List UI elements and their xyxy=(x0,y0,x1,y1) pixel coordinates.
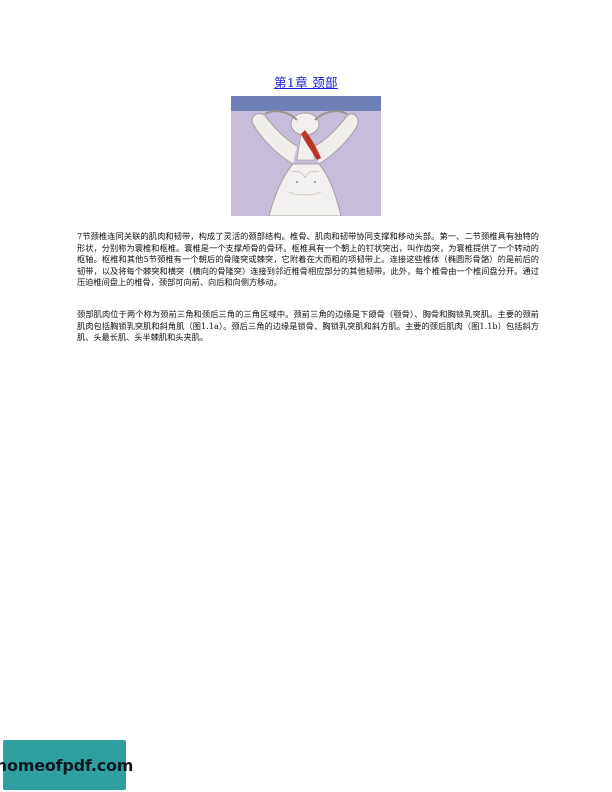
paragraph-neck-muscles: 颈部肌肉位于两个称为颈前三角和颈后三角的三角区域中。颈前三角的边缘是下颌骨（颚骨… xyxy=(77,309,539,343)
neck-stretch-figure xyxy=(231,96,381,216)
paragraph-cervical-vertebrae: 7节颈椎连同关联的肌肉和韧带，构成了灵活的颈部结构。椎骨、肌肉和韧带协同支撑和移… xyxy=(77,231,539,288)
chapter-title-link[interactable]: 第1章 颈部 xyxy=(0,72,612,91)
watermark-badge[interactable]: homeofpdf.com xyxy=(0,740,133,790)
neck-stretch-illustration-icon xyxy=(231,96,381,216)
watermark-text: homeofpdf.com xyxy=(0,755,134,775)
